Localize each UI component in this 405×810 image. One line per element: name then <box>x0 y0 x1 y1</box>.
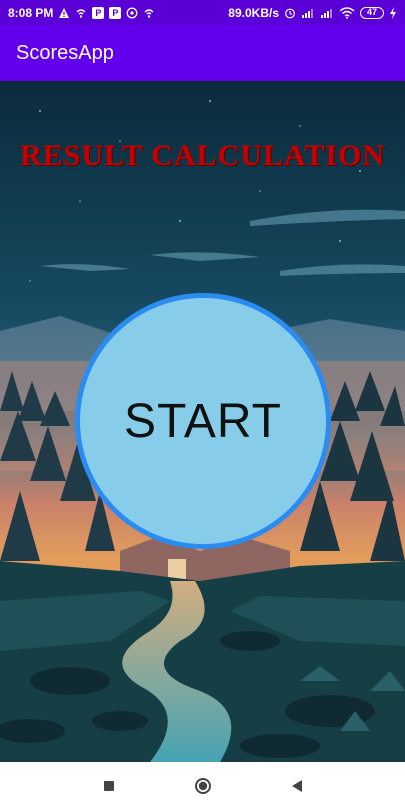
network-speed: 89.0KB/s <box>228 5 279 20</box>
battery-level: 47 <box>366 7 377 17</box>
main-content: RESULT CALCULATION START <box>0 81 405 762</box>
status-left: 8:08 PM P P <box>8 6 155 20</box>
warning-icon <box>58 7 70 19</box>
start-button-label: START <box>124 394 282 448</box>
signal-icon <box>301 7 315 19</box>
status-right: 89.0KB/s 47 <box>228 6 397 20</box>
navigation-bar <box>0 762 405 810</box>
home-icon <box>194 778 211 794</box>
whatsapp-icon <box>126 7 138 19</box>
back-button[interactable] <box>285 774 309 798</box>
app-bar: ScoresApp <box>0 25 405 81</box>
app-title: ScoresApp <box>16 41 114 64</box>
battery-icon: 47 <box>360 6 384 19</box>
alarm-icon <box>284 7 296 19</box>
signal-icon <box>320 7 334 19</box>
status-time: 8:08 PM <box>8 5 54 20</box>
p-badge-icon: P <box>92 6 105 19</box>
status-bar: 8:08 PM P P 89.0KB/s 47 <box>0 0 405 25</box>
p-badge-icon: P <box>109 6 122 19</box>
wifi-icon <box>339 6 355 19</box>
result-calculation-heading: RESULT CALCULATION <box>19 139 386 172</box>
recent-apps-button[interactable] <box>97 774 121 798</box>
charging-icon <box>389 6 397 19</box>
recent-apps-icon <box>103 781 114 791</box>
back-icon <box>291 780 302 792</box>
start-button[interactable]: START <box>75 293 331 549</box>
wifi-call-icon <box>143 7 155 19</box>
home-button[interactable] <box>191 774 215 798</box>
wifi-call-icon <box>75 7 87 19</box>
